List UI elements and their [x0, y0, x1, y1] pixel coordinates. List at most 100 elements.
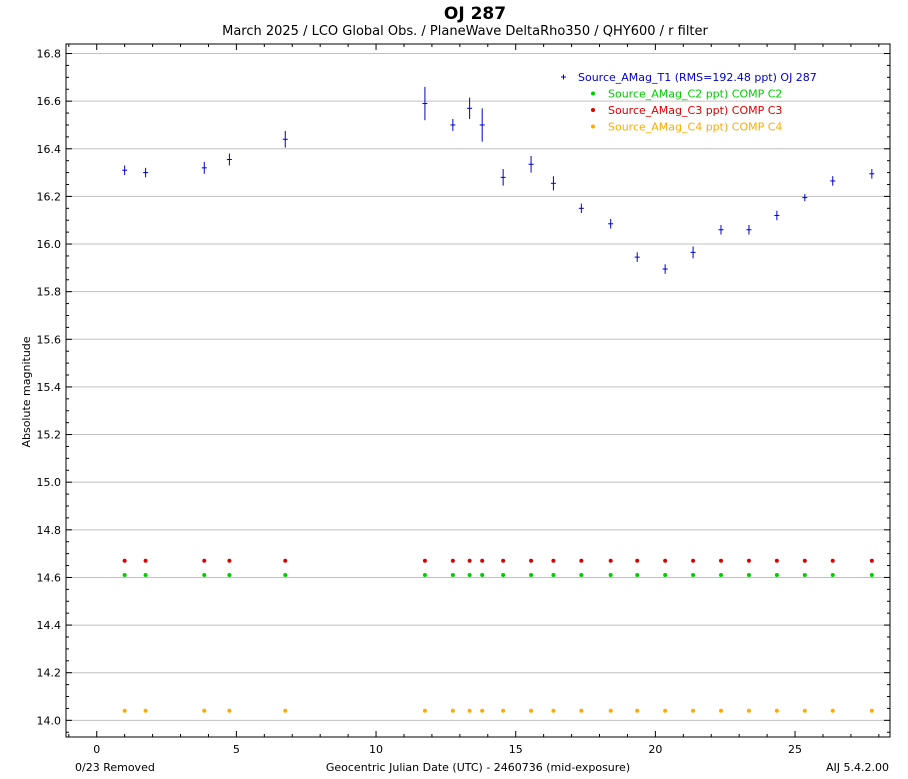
y-tick-label: 16.2	[37, 190, 62, 203]
data-point-comp-c2	[202, 573, 207, 578]
data-point-target	[608, 219, 614, 229]
legend-entry-source-amag-c4-ppt-comp-c4: Source_AMag_C4 ppt) COMP C4	[608, 121, 782, 134]
y-tick-label: 15.6	[37, 333, 62, 346]
data-point-comp-c4	[480, 708, 485, 713]
y-tick-label: 16.6	[37, 95, 62, 108]
data-point-comp-c3	[691, 558, 696, 563]
data-point-comp-c3	[501, 558, 506, 563]
legend-entry-source-amag-c2-ppt-comp-c2: Source_AMag_C2 ppt) COMP C2	[608, 88, 782, 101]
data-point-target	[528, 155, 534, 173]
data-point-target	[869, 169, 875, 179]
data-marks	[122, 86, 875, 713]
data-point-target	[746, 224, 752, 235]
data-point-comp-c2	[774, 573, 779, 578]
data-point-comp-c4	[774, 708, 779, 713]
light-curve-chart: OJ 287 March 2025 / LCO Global Obs. / Pl…	[20, 4, 891, 774]
data-point-target	[226, 153, 232, 166]
data-point-comp-c3	[227, 558, 232, 563]
plot-frame	[65, 43, 891, 738]
data-point-comp-c2	[869, 573, 874, 578]
data-point-target	[774, 210, 780, 221]
y-tick-label: 14.0	[37, 714, 62, 727]
y-tick-label: 14.8	[37, 524, 62, 537]
x-tick-label: 5	[233, 743, 240, 756]
legend-marker-dot	[591, 124, 595, 129]
data-point-comp-c3	[283, 558, 288, 563]
data-point-comp-c3	[143, 558, 148, 563]
data-point-comp-c3	[529, 558, 534, 563]
data-point-comp-c2	[143, 573, 148, 578]
data-point-comp-c3	[830, 558, 835, 563]
data-point-comp-c3	[802, 558, 807, 563]
data-point-target	[690, 246, 696, 259]
data-point-comp-c3	[869, 558, 874, 563]
y-tick-label: 14.4	[37, 619, 62, 632]
data-point-target	[662, 264, 668, 274]
x-tick-label: 15	[509, 743, 523, 756]
y-tick-label: 14.2	[37, 667, 62, 680]
data-point-comp-c2	[635, 573, 640, 578]
y-tick-label: 16.4	[37, 143, 62, 156]
data-point-target	[500, 169, 506, 186]
data-point-comp-c2	[691, 573, 696, 578]
data-point-comp-c3	[450, 558, 455, 563]
data-point-comp-c4	[635, 708, 640, 713]
data-point-comp-c3	[774, 558, 779, 563]
x-tick-label: 20	[648, 743, 662, 756]
removed-count-label: 0/23 Removed	[75, 761, 155, 774]
data-point-comp-c3	[719, 558, 724, 563]
data-point-comp-c2	[467, 573, 472, 578]
data-point-comp-c2	[501, 573, 506, 578]
data-point-comp-c4	[802, 708, 807, 713]
data-point-comp-c2	[227, 573, 232, 578]
version-label: AIJ 5.4.2.00	[826, 761, 889, 774]
chart-title: OJ 287	[444, 4, 506, 24]
data-point-comp-c2	[802, 573, 807, 578]
gridlines	[66, 53, 890, 721]
data-point-comp-c4	[719, 708, 724, 713]
data-point-target	[201, 161, 207, 174]
x-axis: 0 5 10 15 20 25	[68, 44, 880, 756]
data-point-comp-c2	[529, 573, 534, 578]
data-point-comp-c3	[635, 558, 640, 563]
data-point-comp-c4	[746, 708, 751, 713]
y-tick-label: 16.0	[37, 238, 62, 251]
chart-subtitle: March 2025 / LCO Global Obs. / PlaneWave…	[222, 24, 708, 39]
data-point-comp-c4	[450, 708, 455, 713]
data-point-comp-c2	[746, 573, 751, 578]
data-point-comp-c4	[579, 708, 584, 713]
y-tick-label: 15.4	[37, 381, 62, 394]
data-point-comp-c4	[663, 708, 668, 713]
y-tick-label: 15.0	[37, 476, 62, 489]
x-tick-label: 25	[788, 743, 802, 756]
x-axis-label: Geocentric Julian Date (UTC) - 2460736 (…	[326, 761, 630, 774]
data-point-comp-c4	[551, 708, 556, 713]
data-point-comp-c2	[450, 573, 455, 578]
y-tick-label: 16.8	[37, 48, 62, 61]
data-point-comp-c4	[227, 708, 232, 713]
data-point-comp-c2	[663, 573, 668, 578]
x-tick-label: 10	[369, 743, 383, 756]
data-point-target	[830, 176, 836, 186]
data-point-comp-c3	[551, 558, 556, 563]
legend-entry-source-amag-t1-rms-192-48-ppt-oj-287: Source_AMag_T1 (RMS=192.48 ppt) OJ 287	[578, 71, 817, 84]
legend-entry-source-amag-c3-ppt-comp-c3: Source_AMag_C3 ppt) COMP C3	[608, 104, 782, 117]
data-point-comp-c4	[830, 708, 835, 713]
data-point-comp-c4	[143, 708, 148, 713]
y-axis: 14.0 14.2 14.4 14.6 14.8 15.0 15.2 15.4 15.6 15.8…	[37, 48, 890, 733]
data-point-comp-c3	[422, 558, 427, 563]
data-point-comp-c2	[122, 573, 127, 578]
y-tick-label: 15.8	[37, 286, 62, 299]
data-point-comp-c3	[746, 558, 751, 563]
data-point-target	[143, 167, 149, 178]
data-point-target	[422, 86, 428, 121]
x-tick-label: 0	[93, 743, 100, 756]
data-point-target	[550, 176, 556, 191]
data-point-comp-c3	[663, 558, 668, 563]
legend-marker-dot	[591, 91, 595, 96]
data-point-comp-c3	[579, 558, 584, 563]
data-point-comp-c4	[467, 708, 472, 713]
data-point-comp-c3	[608, 558, 613, 563]
data-point-target	[634, 252, 640, 262]
data-point-comp-c2	[480, 573, 485, 578]
